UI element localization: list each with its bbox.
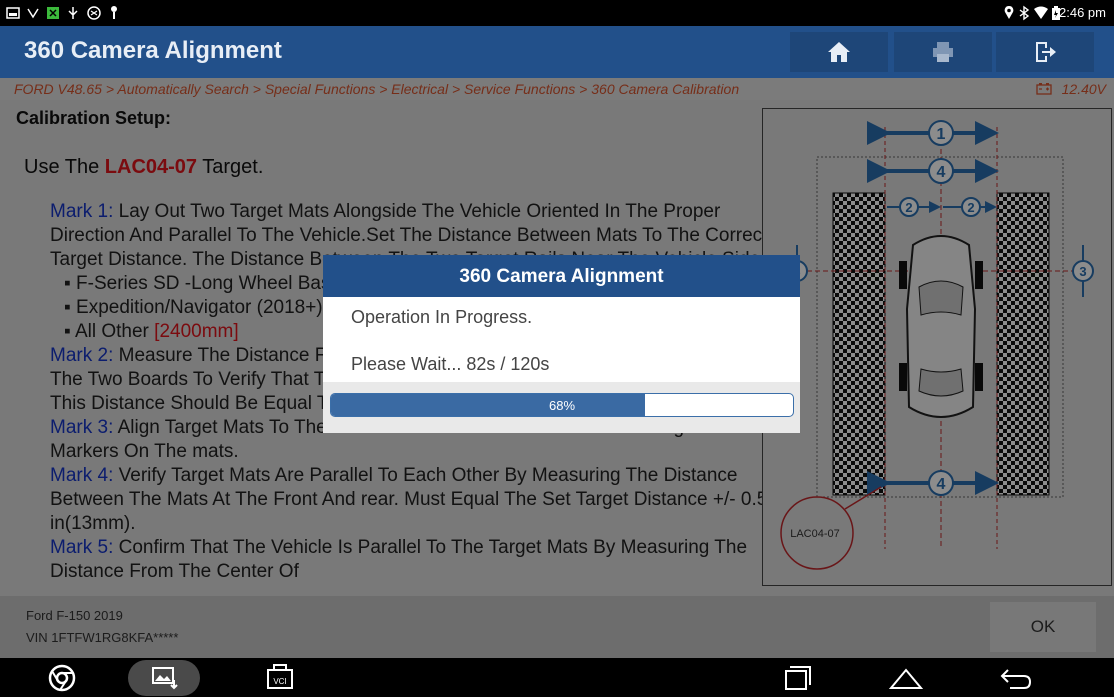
gallery-button[interactable] [128, 660, 200, 696]
wifi-icon [1034, 6, 1048, 19]
printer-icon [933, 42, 953, 62]
usb-icon [27, 8, 39, 19]
dialog-title: 360 Camera Alignment [323, 255, 800, 297]
screenshot-icon [6, 7, 20, 19]
dialog-message: Operation In Progress. [351, 307, 533, 327]
dialog-wait-status: Please Wait... 82s / 120s [351, 354, 550, 374]
vci-icon[interactable]: VCI [264, 662, 296, 694]
exit-icon [1036, 42, 1056, 62]
vci-label: VCI [273, 677, 286, 686]
progress-label: 68% [548, 398, 576, 413]
back-icon[interactable] [998, 662, 1034, 694]
print-button[interactable] [894, 32, 992, 72]
system-nav-bar: VCI [0, 658, 1114, 697]
progress-area: 68% [323, 382, 800, 433]
progress-bar: 68% [330, 393, 794, 417]
home-nav-icon[interactable] [888, 662, 924, 694]
home-icon [828, 42, 850, 62]
recents-icon[interactable] [780, 662, 812, 694]
sync-icon [87, 6, 101, 20]
usb-debug-icon [68, 7, 78, 19]
exit-button[interactable] [996, 32, 1094, 72]
location-icon [1004, 6, 1014, 19]
accessibility-icon [111, 6, 117, 19]
app-header: 360 Camera Alignment [0, 26, 1114, 78]
app-notification-icon [47, 7, 59, 19]
status-time: 2:46 pm [1059, 5, 1106, 20]
bluetooth-icon [1019, 5, 1030, 21]
home-button[interactable] [790, 32, 888, 72]
gallery-icon [152, 667, 178, 690]
status-bar: 2:46 pm [0, 0, 1114, 26]
progress-dialog: 360 Camera Alignment Operation In Progre… [323, 255, 800, 433]
chrome-icon[interactable] [46, 662, 78, 694]
page-title: 360 Camera Alignment [24, 37, 282, 64]
